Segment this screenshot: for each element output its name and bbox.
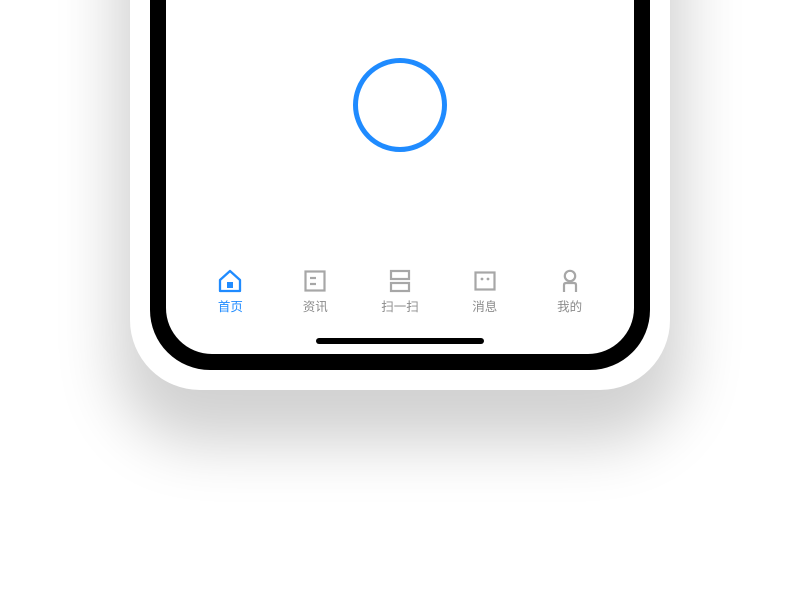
phone-screen: 首页 资讯 — [166, 0, 634, 354]
tab-label: 我的 — [557, 301, 582, 314]
tab-message[interactable]: 消息 — [442, 268, 527, 314]
content-area — [166, 0, 634, 258]
tab-label: 首页 — [218, 301, 243, 314]
tab-mine[interactable]: 我的 — [527, 268, 612, 314]
scan-icon — [387, 268, 413, 294]
tab-scan[interactable]: 扫一扫 — [358, 268, 443, 314]
news-icon — [302, 268, 328, 294]
home-icon — [217, 268, 243, 294]
message-icon — [472, 268, 498, 294]
tab-news[interactable]: 资讯 — [273, 268, 358, 314]
tab-home[interactable]: 首页 — [188, 268, 273, 314]
tab-label: 消息 — [472, 301, 497, 314]
loading-spinner — [353, 58, 447, 152]
tab-label: 资讯 — [303, 301, 328, 314]
mine-icon — [557, 268, 583, 294]
home-indicator — [316, 338, 484, 344]
tab-label: 扫一扫 — [381, 301, 419, 314]
phone-frame: 首页 资讯 — [150, 0, 650, 370]
